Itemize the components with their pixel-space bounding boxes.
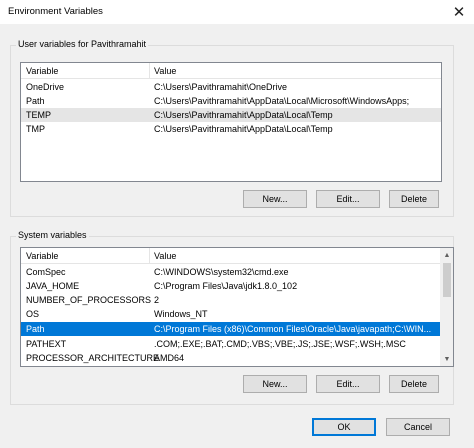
user-variables-label: User variables for Pavithramahit xyxy=(16,39,149,49)
list-item[interactable]: PATHEXT .COM;.EXE;.BAT;.CMD;.VBS;.VBE;.J… xyxy=(21,337,453,351)
column-header-variable[interactable]: Variable xyxy=(26,66,58,76)
vertical-scrollbar[interactable]: ▲ ▼ xyxy=(440,248,453,366)
column-divider[interactable] xyxy=(149,63,150,78)
variable-value: C:\Users\Pavithramahit\OneDrive xyxy=(154,82,288,92)
list-item[interactable]: NUMBER_OF_PROCESSORS 2 xyxy=(21,293,453,307)
variable-name: OneDrive xyxy=(26,82,65,92)
user-list-header: Variable Value xyxy=(21,63,441,79)
list-item[interactable]: OS Windows_NT xyxy=(21,307,453,321)
variable-value: 2 xyxy=(154,295,160,305)
system-edit-button[interactable]: Edit... xyxy=(316,375,380,393)
column-header-value[interactable]: Value xyxy=(154,251,176,261)
variable-value: C:\Program Files\Java\jdk1.8.0_102 xyxy=(154,281,298,291)
variable-name: NUMBER_OF_PROCESSORS xyxy=(26,295,152,305)
system-new-button[interactable]: New... xyxy=(243,375,307,393)
variable-name: JAVA_HOME xyxy=(26,281,80,291)
system-list-header: Variable Value xyxy=(21,248,453,264)
ok-button[interactable]: OK xyxy=(312,418,376,436)
variable-name: Path xyxy=(26,324,45,334)
list-item[interactable]: TMP C:\Users\Pavithramahit\AppData\Local… xyxy=(21,122,441,136)
scroll-up-arrow-icon[interactable]: ▲ xyxy=(441,249,453,261)
scroll-down-arrow-icon[interactable]: ▼ xyxy=(441,353,453,365)
variable-name: OS xyxy=(26,309,40,319)
list-item[interactable]: Path C:\Users\Pavithramahit\AppData\Loca… xyxy=(21,94,441,108)
variable-value: AMD64 xyxy=(154,353,185,363)
list-item-selected[interactable]: TEMP C:\Users\Pavithramahit\AppData\Loca… xyxy=(21,108,441,122)
column-divider[interactable] xyxy=(149,248,150,263)
list-item[interactable]: PROCESSOR_ARCHITECTURE AMD64 xyxy=(21,351,453,365)
column-header-value[interactable]: Value xyxy=(154,66,176,76)
list-item[interactable]: OneDrive C:\Users\Pavithramahit\OneDrive xyxy=(21,80,441,94)
variable-name: Path xyxy=(26,96,45,106)
variable-value: C:\Users\Pavithramahit\AppData\Local\Tem… xyxy=(154,110,333,120)
user-edit-button[interactable]: Edit... xyxy=(316,190,380,208)
variable-name: ComSpec xyxy=(26,267,66,277)
variable-name: PROCESSOR_ARCHITECTURE xyxy=(26,353,160,363)
list-item[interactable]: JAVA_HOME C:\Program Files\Java\jdk1.8.0… xyxy=(21,279,453,293)
variable-value: C:\Program Files (x86)\Common Files\Orac… xyxy=(154,324,432,334)
system-variables-label: System variables xyxy=(16,230,89,240)
close-icon[interactable]: ✕ xyxy=(444,0,474,24)
user-delete-button[interactable]: Delete xyxy=(389,190,439,208)
cancel-button[interactable]: Cancel xyxy=(386,418,450,436)
list-item[interactable]: ComSpec C:\WINDOWS\system32\cmd.exe xyxy=(21,265,453,279)
column-header-variable[interactable]: Variable xyxy=(26,251,58,261)
scrollbar-thumb[interactable] xyxy=(443,263,451,297)
variable-value: C:\WINDOWS\system32\cmd.exe xyxy=(154,267,289,277)
variable-name: TEMP xyxy=(26,110,52,120)
window-title: Environment Variables xyxy=(8,6,103,17)
system-variables-list[interactable]: Variable Value ComSpec C:\WINDOWS\system… xyxy=(20,247,454,367)
variable-value: C:\Users\Pavithramahit\AppData\Local\Mic… xyxy=(154,96,410,106)
variable-name: TMP xyxy=(26,124,45,134)
title-bar: Environment Variables ✕ xyxy=(0,0,474,24)
variable-value: Windows_NT xyxy=(154,309,208,319)
variable-value: C:\Users\Pavithramahit\AppData\Local\Tem… xyxy=(154,124,333,134)
variable-value: .COM;.EXE;.BAT;.CMD;.VBS;.VBE;.JS;.JSE;.… xyxy=(154,339,406,349)
user-variables-list[interactable]: Variable Value OneDrive C:\Users\Pavithr… xyxy=(20,62,442,182)
variable-name: PATHEXT xyxy=(26,339,67,349)
list-item-selected[interactable]: Path C:\Program Files (x86)\Common Files… xyxy=(21,322,453,336)
system-delete-button[interactable]: Delete xyxy=(389,375,439,393)
user-new-button[interactable]: New... xyxy=(243,190,307,208)
